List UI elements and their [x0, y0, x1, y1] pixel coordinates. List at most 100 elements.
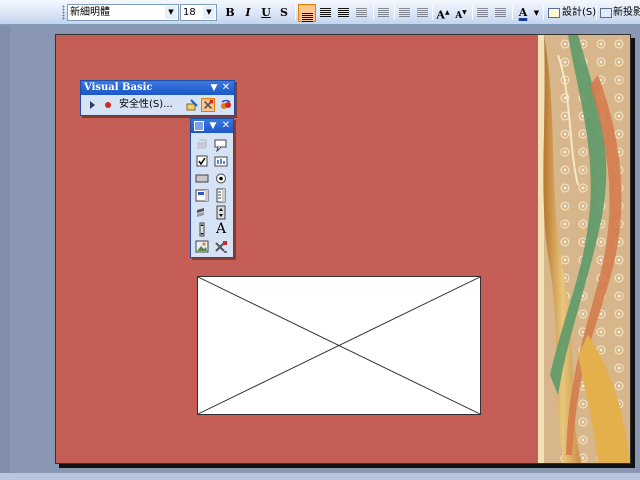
increase-indent-icon [495, 8, 506, 17]
font-size-combo[interactable]: 18 ▼ [180, 4, 217, 21]
slides-pane-edge [0, 26, 10, 480]
visual-basic-toolbar[interactable]: Visual Basic ▼ ✕ 安全性(S)... [80, 80, 235, 116]
checkbox-icon [196, 155, 208, 167]
control-toolbox-button[interactable] [201, 98, 215, 112]
formatting-toolbar: 新細明體 ▼ 18 ▼ B I U S A▲ A▼ A ▼ 設計(S) 新投影 [0, 0, 640, 25]
tool-spin-button[interactable] [213, 205, 229, 220]
control-toolbox[interactable]: ▼ ✕ A [190, 118, 234, 258]
toolbar-separator [543, 5, 544, 20]
spin-button-icon [216, 205, 226, 220]
vb-editor-icon [186, 99, 198, 111]
numbering-button[interactable] [397, 4, 413, 22]
status-strip [0, 473, 640, 480]
new-slide-icon [600, 8, 612, 18]
new-slide-button[interactable]: 新投影 [613, 5, 640, 21]
tool-scrollbar[interactable] [194, 222, 210, 237]
play-icon [90, 101, 95, 109]
font-size-value: 18 [183, 7, 196, 18]
italic-button[interactable]: I [240, 4, 256, 22]
control-toolbox-titlebar[interactable]: ▼ ✕ [191, 119, 233, 133]
bold-button[interactable]: B [222, 4, 238, 22]
run-macro-button[interactable] [85, 98, 99, 112]
tool-option-button[interactable] [213, 171, 229, 186]
align-center-icon [320, 8, 331, 17]
distributed-icon [356, 8, 367, 17]
option-button-icon [216, 173, 226, 184]
increase-indent-button[interactable] [493, 4, 509, 22]
toolbar-separator [596, 5, 597, 20]
tool-design-mode[interactable] [194, 137, 210, 152]
align-left-button[interactable] [298, 4, 316, 22]
toolbar-options-icon[interactable]: ▼ [207, 119, 219, 133]
image-icon [195, 240, 209, 253]
align-left-icon [302, 13, 313, 22]
chevron-down-icon[interactable]: ▼ [165, 6, 177, 19]
tool-textbox[interactable] [213, 154, 229, 169]
record-icon [105, 102, 111, 108]
tool-command-button[interactable] [194, 171, 210, 186]
decrease-indent-button[interactable] [475, 4, 491, 22]
font-name-value: 新細明體 [70, 7, 110, 18]
bullets-button[interactable] [415, 4, 431, 22]
record-macro-button[interactable] [101, 98, 115, 112]
line-spacing-button[interactable] [376, 4, 392, 22]
tool-properties[interactable] [213, 137, 229, 152]
listbox-icon [195, 189, 209, 202]
tool-checkbox[interactable] [194, 154, 210, 169]
toolbar-separator [295, 5, 296, 20]
script-editor-button[interactable] [219, 98, 233, 112]
vb-editor-button[interactable] [185, 98, 199, 112]
decrease-indent-icon [477, 8, 488, 17]
design-button[interactable]: 設計(S) [562, 5, 596, 21]
close-icon[interactable]: ✕ [220, 119, 232, 133]
script-editor-icon [221, 99, 231, 109]
tool-combobox[interactable] [213, 188, 229, 203]
toolbox-icon [203, 99, 214, 110]
toolbar-separator [394, 5, 395, 20]
toolbar-separator [512, 5, 513, 20]
tool-image[interactable] [194, 239, 210, 254]
toolbox-title-icon [194, 121, 204, 131]
font-name-combo[interactable]: 新細明體 ▼ [67, 4, 179, 21]
line-spacing-icon [378, 8, 389, 17]
placeholder-cross-icon [197, 276, 481, 415]
tool-toggle-button[interactable] [194, 205, 210, 220]
visual-basic-toolbar-body: 安全性(S)... [81, 95, 234, 115]
command-button-icon [195, 174, 209, 183]
align-right-button[interactable] [336, 4, 352, 22]
chevron-down-icon[interactable]: ▼ [532, 4, 541, 22]
align-center-button[interactable] [318, 4, 334, 22]
toolbar-separator [472, 5, 473, 20]
numbering-icon [399, 8, 410, 17]
properties-icon [214, 139, 227, 152]
toolbar-options-icon[interactable]: ▼ [208, 81, 220, 95]
font-color-button[interactable]: A [515, 4, 531, 22]
increase-font-label: A [436, 8, 445, 22]
visual-basic-title: Visual Basic [84, 82, 153, 93]
underline-button[interactable]: U [258, 4, 274, 22]
distributed-button[interactable] [354, 4, 370, 22]
close-icon[interactable]: ✕ [220, 81, 232, 95]
tool-listbox[interactable] [194, 188, 210, 203]
shadow-button[interactable]: S [276, 4, 292, 22]
increase-font-button[interactable]: A▲ [435, 4, 451, 22]
toolbar-separator [373, 5, 374, 20]
toggle-button-icon [197, 208, 204, 217]
design-mode-icon [197, 139, 207, 149]
security-button[interactable]: 安全性(S)... [119, 98, 173, 112]
combobox-icon [216, 188, 226, 203]
design-icon [548, 8, 560, 18]
image-placeholder[interactable] [197, 276, 481, 415]
decrease-font-button[interactable]: A▼ [453, 4, 469, 22]
scrollbar-icon [199, 222, 205, 237]
chevron-down-icon[interactable]: ▼ [203, 6, 215, 19]
tool-label[interactable]: A [213, 222, 229, 237]
bullets-icon [417, 8, 428, 17]
toolbar-separator [432, 5, 433, 20]
decorative-pattern-image [538, 35, 630, 463]
align-right-icon [338, 8, 349, 17]
slide-decorative-strip [538, 35, 630, 463]
tool-more-controls[interactable] [213, 239, 229, 254]
toolbar-grip[interactable] [62, 5, 65, 20]
visual-basic-titlebar[interactable]: Visual Basic ▼ ✕ [81, 81, 234, 95]
